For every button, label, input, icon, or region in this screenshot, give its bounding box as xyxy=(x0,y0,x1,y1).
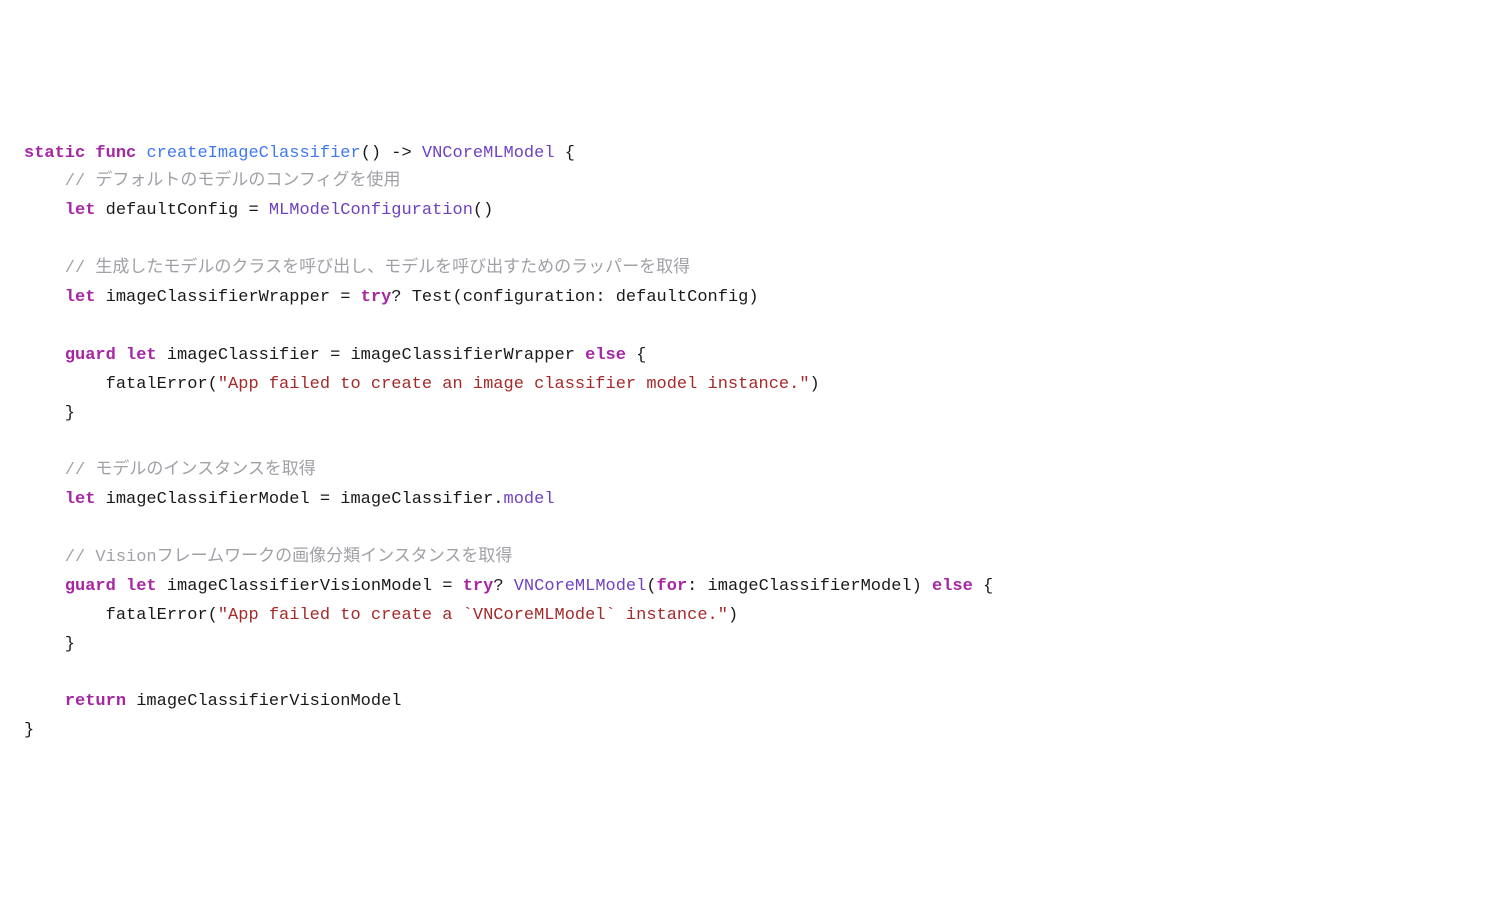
keyword-static: static xyxy=(24,144,85,163)
keyword-guard: guard xyxy=(65,346,116,365)
string-literal: "App failed to create an image classifie… xyxy=(218,375,810,394)
keyword-let: let xyxy=(126,577,157,596)
identifier: defaultConfig xyxy=(106,201,239,220)
keyword-return: return xyxy=(65,692,126,711)
keyword-try: try xyxy=(463,577,494,596)
code-line: let defaultConfig = MLModelConfiguration… xyxy=(24,201,493,220)
identifier: imageClassifierVisionModel xyxy=(167,577,432,596)
identifier: imageClassifierModel xyxy=(106,490,310,509)
keyword-for: for xyxy=(657,577,688,596)
keyword-else: else xyxy=(932,577,973,596)
code-line: let imageClassifierWrapper = try? Test(c… xyxy=(24,288,759,307)
brace: } xyxy=(24,635,75,654)
keyword-else: else xyxy=(585,346,626,365)
keyword-func: func xyxy=(95,144,136,163)
keyword-let: let xyxy=(126,346,157,365)
parens: () xyxy=(361,144,381,163)
code-line: let imageClassifierModel = imageClassifi… xyxy=(24,490,555,509)
comment: // デフォルトのモデルのコンフィグを使用 xyxy=(24,172,401,191)
return-type: VNCoreMLModel xyxy=(422,144,555,163)
call: Test(configuration: defaultConfig) xyxy=(412,288,759,307)
type: VNCoreMLModel xyxy=(514,577,647,596)
brace: } xyxy=(24,721,34,740)
identifier: imageClassifier xyxy=(167,346,320,365)
code-line: guard let imageClassifier = imageClassif… xyxy=(24,346,646,365)
arrow: -> xyxy=(381,144,422,163)
keyword-let: let xyxy=(65,490,96,509)
comment: // 生成したモデルのクラスを呼び出し、モデルを呼び出すためのラッパーを取得 xyxy=(24,259,690,278)
code-line: fatalError("App failed to create a `VNCo… xyxy=(24,606,738,625)
function-name: createImageClassifier xyxy=(146,144,360,163)
property: model xyxy=(504,490,555,509)
type: MLModelConfiguration xyxy=(269,201,473,220)
identifier: imageClassifierWrapper xyxy=(106,288,330,307)
identifier: imageClassifierVisionModel xyxy=(136,692,401,711)
brace: { xyxy=(555,144,575,163)
comment: // Visionフレームワークの画像分類インスタンスを取得 xyxy=(24,548,512,567)
brace: } xyxy=(24,404,75,423)
string-literal: "App failed to create a `VNCoreMLModel` … xyxy=(218,606,728,625)
keyword-guard: guard xyxy=(65,577,116,596)
keyword-let: let xyxy=(65,201,96,220)
comment: // モデルのインスタンスを取得 xyxy=(24,461,316,480)
code-line: fatalError("App failed to create an imag… xyxy=(24,375,820,394)
code-line: return imageClassifierVisionModel xyxy=(24,692,401,711)
keyword-try: try xyxy=(361,288,392,307)
call: fatalError( xyxy=(106,375,218,394)
code-line: static func createImageClassifier() -> V… xyxy=(24,144,575,163)
code-line: guard let imageClassifierVisionModel = t… xyxy=(24,577,993,596)
keyword-let: let xyxy=(65,288,96,307)
call: fatalError( xyxy=(106,606,218,625)
code-block: static func createImageClassifier() -> V… xyxy=(24,140,1474,747)
